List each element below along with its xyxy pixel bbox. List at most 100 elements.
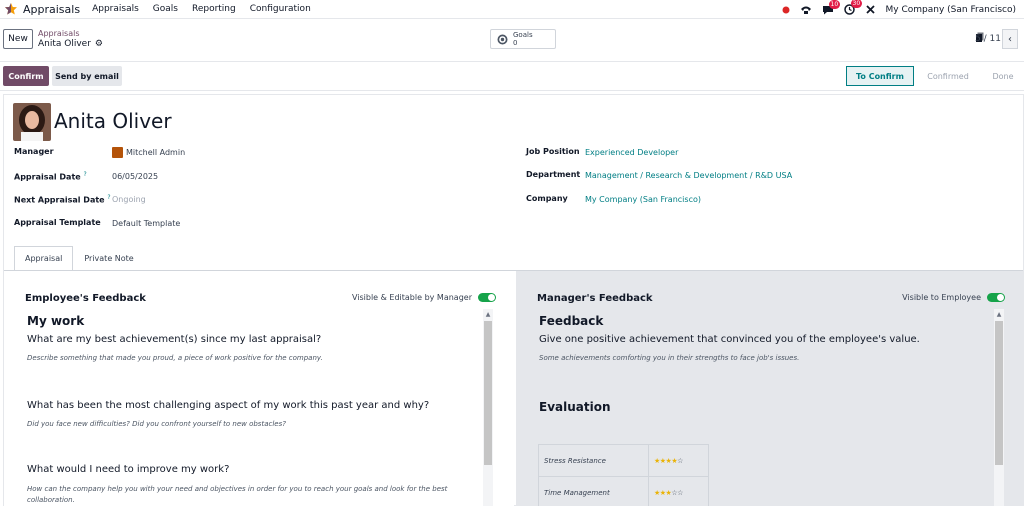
breadcrumb-current: Anita Oliver ⚙ xyxy=(38,39,103,49)
employee-feedback-pane: Employee's Feedback Visible & Editable b… xyxy=(4,271,514,506)
job-position-label: Job Position xyxy=(526,147,580,156)
messages-badge: 10 xyxy=(828,0,841,9)
breadcrumb: Appraisals Anita Oliver ⚙ xyxy=(38,29,103,49)
app-title[interactable]: Appraisals xyxy=(23,3,80,16)
phone-icon[interactable] xyxy=(800,5,812,15)
pager-previous-button[interactable]: ‹ xyxy=(1002,29,1018,49)
department-label: Department xyxy=(526,170,581,179)
next-appraisal-date-label-text: Next Appraisal Date xyxy=(14,195,105,205)
employee-feedback-scrollbar[interactable]: ▲ xyxy=(483,309,493,506)
status-dot-icon[interactable] xyxy=(782,6,790,14)
stage-done[interactable]: Done xyxy=(982,66,1024,86)
company-switcher[interactable]: My Company (San Francisco) xyxy=(886,5,1016,15)
pager: 5 / 11 ‹ xyxy=(975,29,1018,49)
company-label: Company xyxy=(526,194,568,203)
employee-visibility-toggle[interactable] xyxy=(478,293,496,302)
manager-section-heading: Feedback xyxy=(539,314,604,328)
employee-hint-1[interactable]: Describe something that made you proud, … xyxy=(27,353,467,364)
evaluation-criterion[interactable]: Stress Resistance xyxy=(538,444,649,477)
goals-count: 0 xyxy=(513,39,518,47)
scroll-up-icon[interactable]: ▲ xyxy=(483,309,493,319)
new-button[interactable]: New xyxy=(3,29,33,49)
manager-hint-1[interactable]: Some achievements comforting you in thei… xyxy=(539,353,979,364)
activities-clock-icon[interactable]: 30 xyxy=(843,0,863,15)
messages-icon[interactable]: 10 xyxy=(822,0,841,15)
manager-feedback-pane: Manager's Feedback Visible to Employee F… xyxy=(516,271,1024,506)
table-row: Time Management ★★★☆☆ xyxy=(538,476,709,506)
manager-visibility-label: Visible to Employee xyxy=(902,293,981,302)
manager-feedback-title: Manager's Feedback xyxy=(537,293,653,304)
send-by-email-button[interactable]: Send by email xyxy=(52,66,122,86)
activities-badge: 30 xyxy=(850,0,863,8)
manager-feedback-scrollbar[interactable]: ▲ xyxy=(994,309,1004,506)
evaluation-table: Stress Resistance ★★★★☆ Time Management … xyxy=(538,444,709,506)
control-panel: New Appraisals Anita Oliver ⚙ Goals 0 5 … xyxy=(0,20,1024,62)
notebook-tabs: Appraisal Private Note xyxy=(14,246,145,271)
appraisal-date-label: Appraisal Date ? xyxy=(14,171,87,182)
manager-field[interactable]: Mitchell Admin xyxy=(112,147,185,158)
manager-visibility: Visible to Employee xyxy=(902,293,1005,302)
tab-private-note[interactable]: Private Note xyxy=(73,246,144,271)
next-appraisal-date-help-icon[interactable]: ? xyxy=(107,194,110,201)
appraisal-date-label-text: Appraisal Date xyxy=(14,172,81,182)
manager-question-1[interactable]: Give one positive achievement that convi… xyxy=(539,334,920,345)
appraisal-template-label: Appraisal Template xyxy=(14,218,101,227)
manager-value: Mitchell Admin xyxy=(126,148,186,157)
employee-avatar[interactable] xyxy=(13,103,51,141)
gear-icon[interactable]: ⚙ xyxy=(95,39,103,49)
employee-question-1[interactable]: What are my best achievement(s) since my… xyxy=(27,334,321,345)
menu-configuration[interactable]: Configuration xyxy=(250,4,311,14)
star-rating[interactable]: ★★★★☆ xyxy=(648,444,709,477)
pager-value[interactable]: 5 / 11 xyxy=(975,34,1001,44)
employee-visibility-label: Visible & Editable by Manager xyxy=(351,293,472,302)
scrollbar-thumb[interactable] xyxy=(995,321,1003,465)
scrollbar-thumb[interactable] xyxy=(484,321,492,465)
breadcrumb-parent[interactable]: Appraisals xyxy=(38,29,103,39)
stage-confirmed[interactable]: Confirmed xyxy=(914,66,982,86)
table-row: Stress Resistance ★★★★☆ xyxy=(538,444,709,477)
employee-name[interactable]: Anita Oliver xyxy=(54,109,172,133)
appraisal-template-field[interactable]: Default Template xyxy=(112,219,180,228)
employee-section-heading: My work xyxy=(27,314,85,328)
menu-goals[interactable]: Goals xyxy=(153,4,178,14)
status-bar: Confirm Send by email To Confirm Confirm… xyxy=(0,63,1024,91)
employee-hint-2[interactable]: Did you face new difficulties? Did you c… xyxy=(27,419,467,430)
company-field[interactable]: My Company (San Francisco) xyxy=(585,195,701,204)
appraisals-app-icon[interactable] xyxy=(4,2,18,16)
evaluation-heading: Evaluation xyxy=(539,400,611,414)
job-position-field[interactable]: Experienced Developer xyxy=(585,148,678,157)
employee-question-2[interactable]: What has been the most challenging aspec… xyxy=(27,400,429,411)
employee-visibility: Visible & Editable by Manager xyxy=(352,293,496,302)
stage-statusbar: To Confirm Confirmed Done xyxy=(846,66,1024,86)
manager-avatar xyxy=(112,147,123,158)
stage-to-confirm[interactable]: To Confirm xyxy=(846,66,914,86)
evaluation-criterion[interactable]: Time Management xyxy=(538,476,649,506)
scroll-up-icon[interactable]: ▲ xyxy=(994,309,1004,319)
appraisal-date-field[interactable]: 06/05/2025 xyxy=(112,172,158,181)
appraisal-date-help-icon[interactable]: ? xyxy=(84,171,87,178)
menu-appraisals[interactable]: Appraisals xyxy=(92,4,139,14)
star-empty-icon[interactable]: ☆☆ xyxy=(671,489,683,497)
top-navbar: Appraisals Appraisals Goals Reporting Co… xyxy=(0,0,1024,19)
goals-label: Goals xyxy=(513,31,533,39)
goals-smart-button[interactable]: Goals 0 xyxy=(490,29,556,49)
form-sheet: Anita Oliver Manager Mitchell Admin Appr… xyxy=(3,94,1024,506)
manager-label: Manager xyxy=(14,147,54,156)
next-appraisal-date-field[interactable]: Ongoing xyxy=(112,195,146,204)
star-filled-icon[interactable]: ★★★ xyxy=(654,489,672,497)
menu-reporting[interactable]: Reporting xyxy=(192,4,236,14)
star-rating[interactable]: ★★★☆☆ xyxy=(648,476,709,506)
manager-visibility-toggle[interactable] xyxy=(987,293,1005,302)
tab-appraisal[interactable]: Appraisal xyxy=(14,246,74,271)
star-empty-icon[interactable]: ☆ xyxy=(677,457,683,465)
confirm-button[interactable]: Confirm xyxy=(3,66,49,86)
star-filled-icon[interactable]: ★★★★ xyxy=(654,457,678,465)
tools-icon[interactable] xyxy=(865,4,876,15)
department-field[interactable]: Management / Research & Development / R&… xyxy=(585,171,792,180)
employee-feedback-title: Employee's Feedback xyxy=(25,293,146,304)
breadcrumb-current-label: Anita Oliver xyxy=(38,39,91,49)
employee-question-3[interactable]: What would I need to improve my work? xyxy=(27,464,229,475)
employee-hint-3[interactable]: How can the company help you with your n… xyxy=(27,484,467,506)
next-appraisal-date-label: Next Appraisal Date ? xyxy=(14,194,111,205)
target-icon xyxy=(497,34,508,44)
